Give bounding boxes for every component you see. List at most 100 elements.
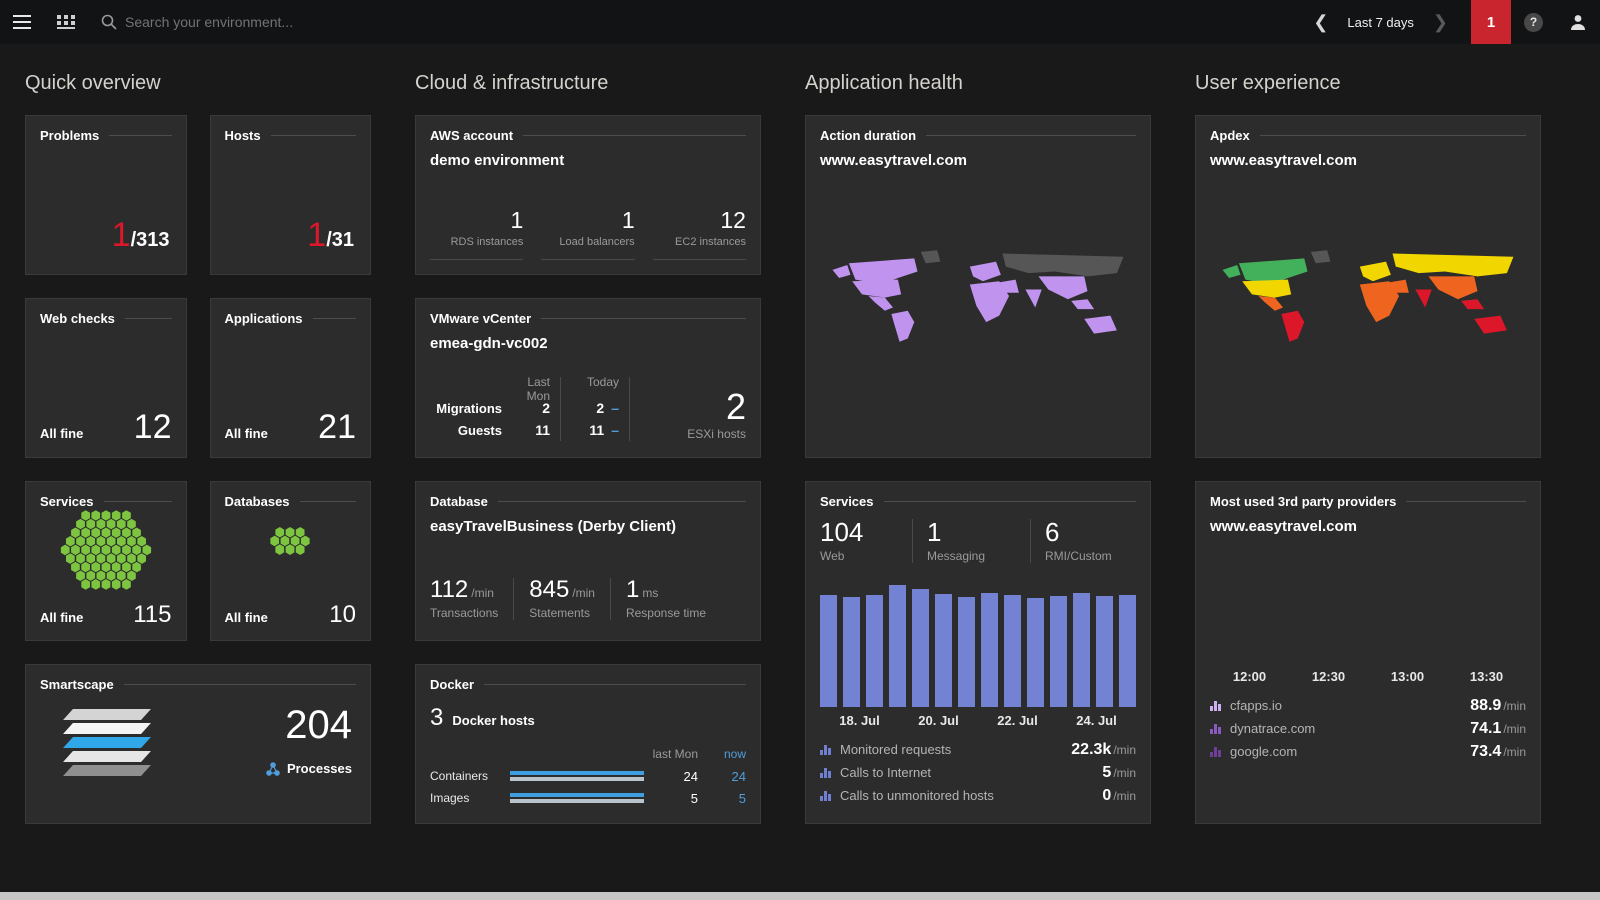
tile-title: AWS account xyxy=(430,128,513,143)
title-rule xyxy=(313,318,356,319)
problems-badge[interactable]: 1 xyxy=(1471,0,1511,44)
horizontal-scrollbar[interactable] xyxy=(0,892,1600,900)
tile-services-health[interactable]: Services 104 Web 1 Messaging 6 RMI/Custo… xyxy=(805,481,1151,824)
map-region-india xyxy=(1415,289,1431,307)
status-text: All fine xyxy=(40,610,83,625)
application-name: www.easytravel.com xyxy=(820,152,1136,169)
title-rule xyxy=(109,135,171,136)
tile-hosts[interactable]: Hosts 1/31 xyxy=(210,115,372,275)
tile-third-party-providers[interactable]: Most used 3rd party providers www.easytr… xyxy=(1195,481,1541,824)
stat-messaging-services: 1 Messaging xyxy=(912,519,1030,563)
tile-docker[interactable]: Docker 3 Docker hosts last Mon now Conta… xyxy=(415,664,761,824)
tile-title: Action duration xyxy=(820,128,916,143)
tile-title: Database xyxy=(430,494,488,509)
user-icon xyxy=(1569,13,1587,31)
dashboard: Quick overview Problems 1/313 Hosts 1/31… xyxy=(0,44,1600,824)
x-label: 13:30 xyxy=(1447,669,1526,684)
map-region-mexico xyxy=(1258,296,1283,311)
stat-label: RDS instances xyxy=(430,236,523,250)
tile-apdex[interactable]: Apdex www.easytravel.com xyxy=(1195,115,1541,458)
tile-title: Hosts xyxy=(225,128,261,143)
section-title-user-experience: User experience xyxy=(1195,72,1541,95)
map-region-africa xyxy=(970,281,1009,322)
tile-vmware-vcenter[interactable]: VMware vCenter emea-gdn-vc002 Migrations… xyxy=(415,298,761,458)
legend-value: 88.9 xyxy=(1470,697,1501,714)
tile-title: Databases xyxy=(225,494,290,509)
x-label: 24. Jul xyxy=(1057,713,1136,728)
bar-chart-icon xyxy=(820,745,831,755)
dashboards-button[interactable] xyxy=(44,0,88,44)
row-label-containers: Containers xyxy=(430,769,502,783)
legend-unit: /min xyxy=(1113,789,1136,803)
stat-load-balancers: 1 Load balancers xyxy=(541,208,634,260)
stat-label: Web xyxy=(820,549,898,563)
esxi-hosts-stat: 2 ESXi hosts xyxy=(640,389,746,441)
map-region-usa xyxy=(852,280,901,298)
row-label-images: Images xyxy=(430,791,502,805)
map-region-se-asia xyxy=(1461,299,1484,309)
help-button[interactable]: ? xyxy=(1511,0,1556,44)
stat-rmi-custom-services: 6 RMI/Custom xyxy=(1030,519,1126,563)
tile-web-checks[interactable]: Web checks All fine12 xyxy=(25,298,187,458)
database-name: easyTravelBusiness (Derby Client) xyxy=(430,518,746,535)
migrations-today: 2 xyxy=(596,400,604,416)
time-range-label[interactable]: Last 7 days xyxy=(1341,15,1420,30)
tile-problems[interactable]: Problems 1/313 xyxy=(25,115,187,275)
time-range-back-button[interactable]: ❮ xyxy=(1300,0,1341,44)
tile-database[interactable]: Database easyTravelBusiness (Derby Clien… xyxy=(415,481,761,641)
stat-ec2-instances: 12 EC2 instances xyxy=(653,208,746,260)
stat-unit: /min xyxy=(572,586,595,600)
stat-transactions: 112/min Transactions xyxy=(430,578,514,620)
map-region-australia xyxy=(1474,316,1507,334)
column-application-health: Application health Action duration www.e… xyxy=(805,58,1151,824)
docker-hosts-label: Docker hosts xyxy=(452,713,534,728)
tile-applications[interactable]: Applications All fine21 xyxy=(210,298,372,458)
stat-value: 1 xyxy=(927,519,1016,545)
x-label: 12:00 xyxy=(1210,669,1289,684)
search xyxy=(88,0,553,44)
tile-aws-account[interactable]: AWS account demo environment 1 RDS insta… xyxy=(415,115,761,275)
bar-chart-icon xyxy=(820,768,831,778)
tile-smartscape[interactable]: Smartscape 204 Processes xyxy=(25,664,371,824)
legend-label: google.com xyxy=(1230,744,1461,759)
legend-unit: /min xyxy=(1113,743,1136,757)
status-text: All fine xyxy=(225,426,268,441)
user-button[interactable] xyxy=(1556,0,1600,44)
application-name: www.easytravel.com xyxy=(1210,518,1526,535)
tile-services[interactable]: Services All fine115 xyxy=(25,481,187,641)
title-rule xyxy=(926,135,1136,136)
section-title-application-health: Application health xyxy=(805,72,1151,95)
tile-databases[interactable]: Databases All fine10 xyxy=(210,481,372,641)
stat-unit: ms xyxy=(642,586,658,600)
trend-flat-icon: – xyxy=(611,422,619,438)
map-region-mexico xyxy=(868,296,893,311)
map-region-europe xyxy=(970,262,1001,282)
chart-x-axis-labels: 12:00 12:30 13:00 13:30 xyxy=(1210,669,1526,684)
stat-value: 1 xyxy=(626,576,639,603)
migrations-last-mon: 2 xyxy=(502,397,550,419)
hosts-count: 1/31 xyxy=(307,218,354,252)
title-rule xyxy=(125,318,172,319)
images-last-mon: 5 xyxy=(652,791,698,806)
section-title-cloud-infrastructure: Cloud & infrastructure xyxy=(415,72,761,95)
column-header-last-mon: Last Mon xyxy=(502,375,550,397)
search-input[interactable] xyxy=(123,13,553,31)
legend-label: Calls to Internet xyxy=(840,765,1093,780)
status-text: All fine xyxy=(225,610,268,625)
column-header-today: Today xyxy=(571,375,619,397)
guests-last-mon: 11 xyxy=(502,419,550,441)
images-bar xyxy=(510,793,644,803)
x-label: 13:00 xyxy=(1368,669,1447,684)
tile-action-duration[interactable]: Action duration www.easytravel.com xyxy=(805,115,1151,458)
title-rule xyxy=(124,684,356,685)
row-label-migrations: Migrations xyxy=(430,397,502,419)
legend-value: 0 xyxy=(1102,787,1111,804)
legend-row-cfapps: cfapps.io 88.9/min xyxy=(1210,694,1526,717)
providers-legend: cfapps.io 88.9/min dynatrace.com 74.1/mi… xyxy=(1210,694,1526,763)
map-region-east-asia xyxy=(1038,276,1087,299)
column-quick-overview: Quick overview Problems 1/313 Hosts 1/31… xyxy=(25,58,371,824)
time-range-forward-button[interactable]: ❯ xyxy=(1420,0,1461,44)
x-label: 20. Jul xyxy=(899,713,978,728)
menu-button[interactable] xyxy=(0,0,44,44)
legend-row-calls-to-internet: Calls to Internet 5/min xyxy=(820,761,1136,784)
